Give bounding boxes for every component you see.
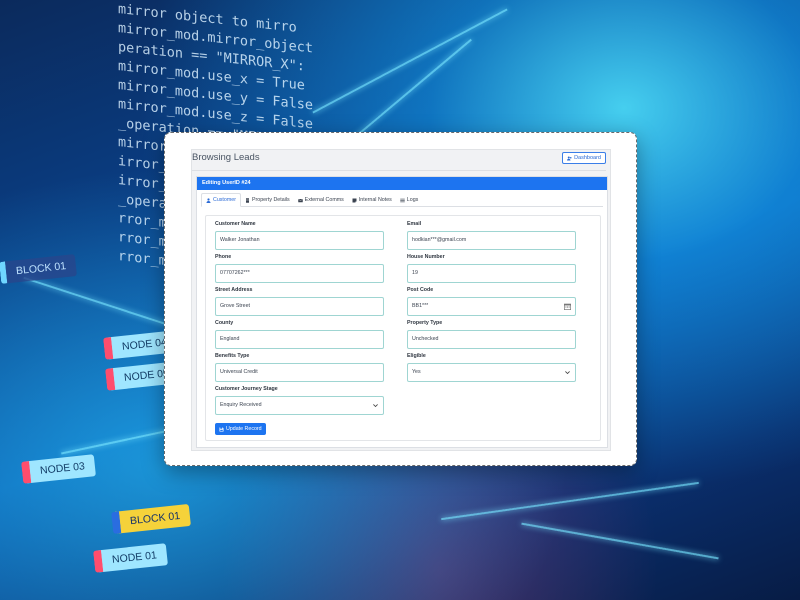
background-light-line <box>441 481 699 521</box>
background-light-line <box>61 427 179 455</box>
dashboard-button-label: Dashboard <box>574 155 601 161</box>
customer-name-input[interactable]: Walker Jonathan <box>215 231 384 250</box>
envelope-icon <box>297 198 303 202</box>
tab-label: Customer <box>213 197 236 203</box>
list-icon <box>400 198 405 202</box>
tab-logs[interactable]: Logs <box>396 193 423 207</box>
benefits-type-input[interactable]: Universal Credit <box>215 363 384 382</box>
note-icon <box>352 198 357 202</box>
edit-panel: Editing UserID #24 Customer Property Det… <box>196 176 608 448</box>
tab-internal-notes[interactable]: Internal Notes <box>348 193 396 207</box>
street-address-label: Street Address <box>215 287 253 293</box>
tab-bar: Customer Property Details External Comms… <box>201 193 603 207</box>
calendar-icon <box>564 303 571 310</box>
background-tag-node-03: NODE 03 <box>21 454 96 484</box>
chevron-down-icon <box>373 404 378 408</box>
journey-stage-label: Customer Journey Stage <box>215 386 278 392</box>
dashboard-button[interactable]: Dashboard <box>562 152 606 164</box>
post-code-label: Post Code <box>407 287 434 293</box>
tab-label: Property Details <box>251 197 290 203</box>
journey-stage-value: Enquiry Received <box>220 402 262 408</box>
background-light-line <box>521 522 719 560</box>
tab-label: Internal Notes <box>358 197 392 203</box>
users-icon <box>567 156 572 160</box>
tab-customer[interactable]: Customer <box>201 193 241 207</box>
background-tag-block-01: BLOCK 01 <box>0 254 78 284</box>
eligible-value: Yes <box>412 369 421 375</box>
tab-property-details[interactable]: Property Details <box>241 193 294 207</box>
building-icon <box>245 197 249 203</box>
panel-heading: Editing UserID #24 <box>197 177 607 190</box>
app-window: Browsing Leads Dashboard Editing UserID … <box>164 132 637 466</box>
property-type-input[interactable]: Unchecked <box>407 330 576 349</box>
tab-label: External Comms <box>304 197 344 203</box>
eligible-select[interactable]: Yes <box>407 363 576 382</box>
phone-label: Phone <box>215 254 232 260</box>
phone-input[interactable]: 07707262*** <box>215 264 384 283</box>
tab-label: Logs <box>406 197 419 203</box>
house-number-input[interactable]: 19 <box>407 264 576 283</box>
county-input[interactable]: England <box>215 330 384 349</box>
user-icon <box>206 197 211 203</box>
house-number-label: House Number <box>407 254 445 260</box>
journey-stage-select[interactable]: Enquiry Received <box>215 396 384 415</box>
post-code-input[interactable]: BB1*** <box>407 297 576 316</box>
chevron-down-icon <box>565 371 570 375</box>
eligible-label: Eligible <box>407 353 426 359</box>
save-icon <box>219 427 224 431</box>
email-label: Email <box>407 221 422 227</box>
header-divider <box>192 170 606 171</box>
page-container: Browsing Leads Dashboard Editing UserID … <box>191 149 611 451</box>
email-input[interactable]: hodkian***@gmail.com <box>407 231 576 250</box>
post-code-value: BB1*** <box>412 303 429 309</box>
update-record-label: Update Record <box>226 426 262 432</box>
background-tag-node-01: NODE 01 <box>93 543 168 573</box>
background-tag-block-01: BLOCK 01 <box>111 503 192 535</box>
county-label: County <box>215 320 234 326</box>
benefits-type-label: Benefits Type <box>215 353 250 359</box>
update-record-button[interactable]: Update Record <box>215 423 266 435</box>
page-title: Browsing Leads <box>192 152 260 163</box>
customer-form: Customer Name Walker Jonathan Email hodk… <box>205 215 601 441</box>
tab-external-comms[interactable]: External Comms <box>294 193 348 207</box>
property-type-label: Property Type <box>407 320 443 326</box>
customer-name-label: Customer Name <box>215 221 256 227</box>
background-light-line <box>348 38 472 144</box>
street-address-input[interactable]: Grove Street <box>215 297 384 316</box>
